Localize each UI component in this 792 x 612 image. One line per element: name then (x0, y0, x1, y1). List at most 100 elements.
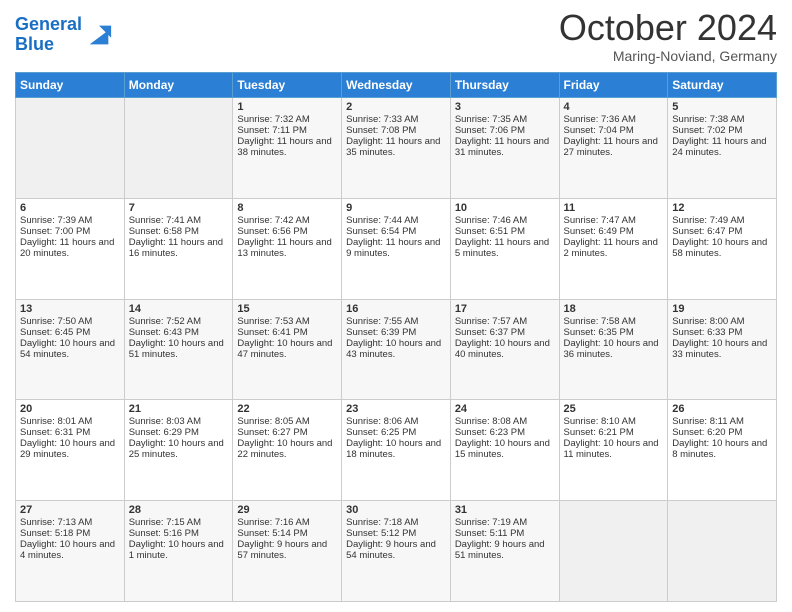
daylight-text: Daylight: 11 hours and 38 minutes. (237, 136, 337, 158)
daylight-text: Daylight: 11 hours and 5 minutes. (455, 237, 555, 259)
calendar-cell: 20Sunrise: 8:01 AMSunset: 6:31 PMDayligh… (16, 400, 125, 501)
sunrise-text: Sunrise: 7:32 AM (237, 114, 337, 125)
sunset-text: Sunset: 6:49 PM (564, 226, 664, 237)
day-number: 10 (455, 202, 555, 214)
calendar-cell: 22Sunrise: 8:05 AMSunset: 6:27 PMDayligh… (233, 400, 342, 501)
sunrise-text: Sunrise: 7:42 AM (237, 215, 337, 226)
day-number: 30 (346, 504, 446, 516)
day-number: 13 (20, 303, 120, 315)
sunset-text: Sunset: 5:11 PM (455, 528, 555, 539)
calendar-cell: 17Sunrise: 7:57 AMSunset: 6:37 PMDayligh… (450, 299, 559, 400)
calendar-cell: 3Sunrise: 7:35 AMSunset: 7:06 PMDaylight… (450, 98, 559, 199)
day-number: 3 (455, 101, 555, 113)
col-saturday: Saturday (668, 73, 777, 98)
sunset-text: Sunset: 6:20 PM (672, 427, 772, 438)
calendar-week-2: 6Sunrise: 7:39 AMSunset: 7:00 PMDaylight… (16, 198, 777, 299)
col-sunday: Sunday (16, 73, 125, 98)
calendar-cell: 24Sunrise: 8:08 AMSunset: 6:23 PMDayligh… (450, 400, 559, 501)
daylight-text: Daylight: 10 hours and 22 minutes. (237, 438, 337, 460)
calendar-header-row: Sunday Monday Tuesday Wednesday Thursday… (16, 73, 777, 98)
sunset-text: Sunset: 5:14 PM (237, 528, 337, 539)
daylight-text: Daylight: 10 hours and 29 minutes. (20, 438, 120, 460)
daylight-text: Daylight: 11 hours and 9 minutes. (346, 237, 446, 259)
daylight-text: Daylight: 11 hours and 24 minutes. (672, 136, 772, 158)
sunset-text: Sunset: 6:37 PM (455, 327, 555, 338)
day-number: 29 (237, 504, 337, 516)
daylight-text: Daylight: 10 hours and 1 minute. (129, 539, 229, 561)
daylight-text: Daylight: 10 hours and 54 minutes. (20, 338, 120, 360)
sunset-text: Sunset: 7:04 PM (564, 125, 664, 136)
sunrise-text: Sunrise: 7:47 AM (564, 215, 664, 226)
day-number: 7 (129, 202, 229, 214)
sunset-text: Sunset: 6:29 PM (129, 427, 229, 438)
calendar-cell: 14Sunrise: 7:52 AMSunset: 6:43 PMDayligh… (124, 299, 233, 400)
sunrise-text: Sunrise: 8:08 AM (455, 416, 555, 427)
sunset-text: Sunset: 5:18 PM (20, 528, 120, 539)
calendar-cell: 13Sunrise: 7:50 AMSunset: 6:45 PMDayligh… (16, 299, 125, 400)
sunrise-text: Sunrise: 7:49 AM (672, 215, 772, 226)
day-number: 5 (672, 101, 772, 113)
col-friday: Friday (559, 73, 668, 98)
calendar-cell: 1Sunrise: 7:32 AMSunset: 7:11 PMDaylight… (233, 98, 342, 199)
sunset-text: Sunset: 6:58 PM (129, 226, 229, 237)
calendar-week-5: 27Sunrise: 7:13 AMSunset: 5:18 PMDayligh… (16, 501, 777, 602)
sunrise-text: Sunrise: 7:15 AM (129, 517, 229, 528)
sunrise-text: Sunrise: 7:38 AM (672, 114, 772, 125)
calendar-cell: 2Sunrise: 7:33 AMSunset: 7:08 PMDaylight… (342, 98, 451, 199)
calendar-cell (559, 501, 668, 602)
sunrise-text: Sunrise: 7:19 AM (455, 517, 555, 528)
calendar-cell: 4Sunrise: 7:36 AMSunset: 7:04 PMDaylight… (559, 98, 668, 199)
calendar-cell: 5Sunrise: 7:38 AMSunset: 7:02 PMDaylight… (668, 98, 777, 199)
day-number: 22 (237, 403, 337, 415)
logo-icon (85, 21, 113, 49)
calendar-week-4: 20Sunrise: 8:01 AMSunset: 6:31 PMDayligh… (16, 400, 777, 501)
calendar-week-1: 1Sunrise: 7:32 AMSunset: 7:11 PMDaylight… (16, 98, 777, 199)
day-number: 17 (455, 303, 555, 315)
daylight-text: Daylight: 10 hours and 8 minutes. (672, 438, 772, 460)
sunrise-text: Sunrise: 7:55 AM (346, 316, 446, 327)
calendar-cell: 18Sunrise: 7:58 AMSunset: 6:35 PMDayligh… (559, 299, 668, 400)
calendar-cell: 6Sunrise: 7:39 AMSunset: 7:00 PMDaylight… (16, 198, 125, 299)
sunrise-text: Sunrise: 7:18 AM (346, 517, 446, 528)
sunrise-text: Sunrise: 8:06 AM (346, 416, 446, 427)
calendar-cell: 16Sunrise: 7:55 AMSunset: 6:39 PMDayligh… (342, 299, 451, 400)
calendar-cell: 27Sunrise: 7:13 AMSunset: 5:18 PMDayligh… (16, 501, 125, 602)
calendar-cell: 15Sunrise: 7:53 AMSunset: 6:41 PMDayligh… (233, 299, 342, 400)
daylight-text: Daylight: 10 hours and 51 minutes. (129, 338, 229, 360)
sunset-text: Sunset: 6:27 PM (237, 427, 337, 438)
calendar-cell (668, 501, 777, 602)
sunrise-text: Sunrise: 7:13 AM (20, 517, 120, 528)
sunrise-text: Sunrise: 7:53 AM (237, 316, 337, 327)
daylight-text: Daylight: 10 hours and 11 minutes. (564, 438, 664, 460)
day-number: 18 (564, 303, 664, 315)
col-thursday: Thursday (450, 73, 559, 98)
header: General Blue October 2024 Maring-Noviand… (15, 10, 777, 64)
sunset-text: Sunset: 6:39 PM (346, 327, 446, 338)
daylight-text: Daylight: 10 hours and 36 minutes. (564, 338, 664, 360)
sunrise-text: Sunrise: 7:46 AM (455, 215, 555, 226)
sunset-text: Sunset: 7:08 PM (346, 125, 446, 136)
sunset-text: Sunset: 6:35 PM (564, 327, 664, 338)
location: Maring-Noviand, Germany (559, 48, 777, 64)
sunset-text: Sunset: 6:54 PM (346, 226, 446, 237)
sunrise-text: Sunrise: 8:11 AM (672, 416, 772, 427)
col-tuesday: Tuesday (233, 73, 342, 98)
daylight-text: Daylight: 10 hours and 47 minutes. (237, 338, 337, 360)
day-number: 14 (129, 303, 229, 315)
daylight-text: Daylight: 10 hours and 33 minutes. (672, 338, 772, 360)
day-number: 19 (672, 303, 772, 315)
sunset-text: Sunset: 6:45 PM (20, 327, 120, 338)
calendar-cell: 28Sunrise: 7:15 AMSunset: 5:16 PMDayligh… (124, 501, 233, 602)
calendar-week-3: 13Sunrise: 7:50 AMSunset: 6:45 PMDayligh… (16, 299, 777, 400)
calendar-cell (124, 98, 233, 199)
daylight-text: Daylight: 10 hours and 18 minutes. (346, 438, 446, 460)
calendar-cell: 11Sunrise: 7:47 AMSunset: 6:49 PMDayligh… (559, 198, 668, 299)
month-title: October 2024 (559, 10, 777, 46)
day-number: 25 (564, 403, 664, 415)
col-wednesday: Wednesday (342, 73, 451, 98)
daylight-text: Daylight: 9 hours and 51 minutes. (455, 539, 555, 561)
sunrise-text: Sunrise: 7:41 AM (129, 215, 229, 226)
sunrise-text: Sunrise: 8:01 AM (20, 416, 120, 427)
sunset-text: Sunset: 6:43 PM (129, 327, 229, 338)
sunrise-text: Sunrise: 7:16 AM (237, 517, 337, 528)
